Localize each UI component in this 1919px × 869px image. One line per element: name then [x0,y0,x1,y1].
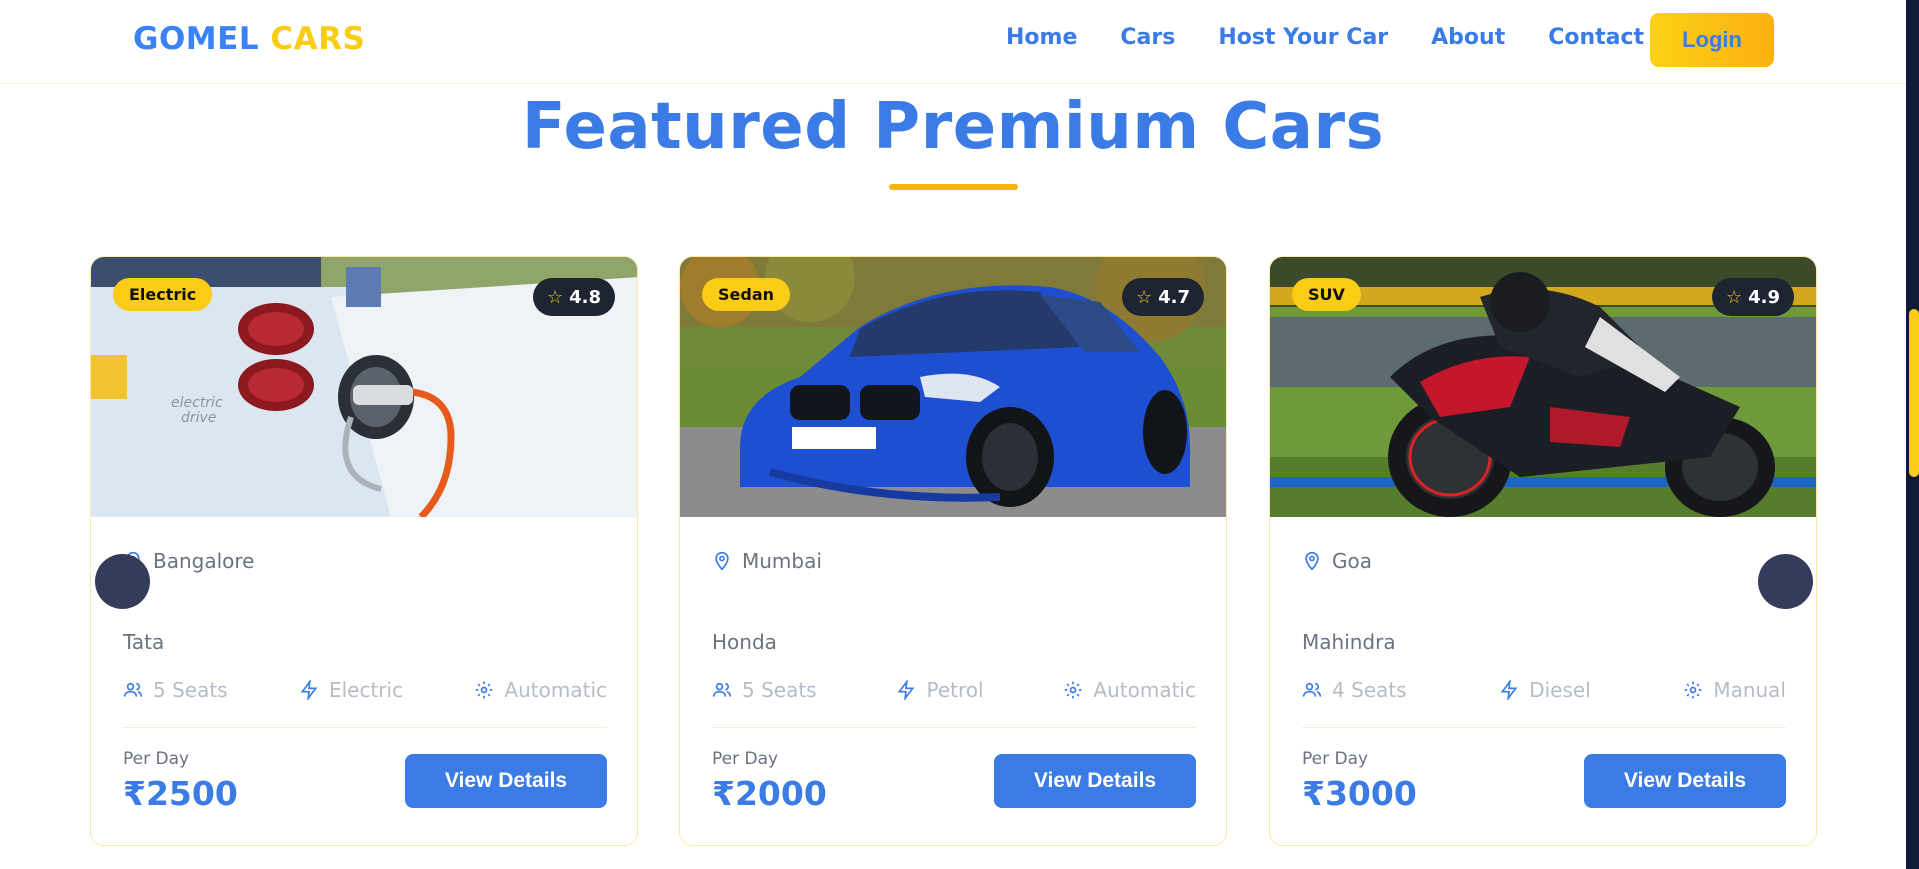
carousel-next-button[interactable] [1758,554,1813,609]
login-button[interactable]: Login [1650,13,1774,67]
star-icon: ☆ [1725,286,1743,308]
fuel-spec: Diesel [1499,678,1591,702]
car-specs: 4 Seats Diesel Manual [1302,678,1786,702]
gear-icon [1065,681,1082,699]
carousel-prev-button[interactable] [95,554,150,609]
transmission-spec: Automatic [1063,678,1196,702]
rating-value: 4.9 [1748,286,1780,308]
lightning-icon [898,680,915,700]
page: GOMEL CARS Home Cars Host Your Car About… [0,0,1919,869]
users-icon [712,682,732,697]
users-icon [1302,682,1322,697]
rating-badge: ☆ 4.9 [1711,278,1794,316]
transmission-spec: Automatic [474,678,607,702]
location: Mumbai [712,549,822,573]
view-details-button[interactable]: View Details [994,754,1196,808]
svg-text:electric: electric [171,395,223,411]
lightning-icon [300,680,318,700]
rating-badge: ☆ 4.8 [532,278,615,316]
nav-cars-link[interactable]: Cars [1120,25,1175,50]
car-specs: 5 Seats Electric Automatic [123,678,607,702]
rating-value: 4.7 [1158,286,1190,308]
users-icon [123,682,143,697]
title-underline [889,184,1018,190]
map-pin-icon [715,551,729,571]
main-nav: Home Cars Host Your Car About Contact [1006,25,1687,50]
rating-value: 4.8 [569,286,601,308]
per-day-label: Per Day [712,749,779,769]
site-header: GOMEL CARS Home Cars Host Your Car About… [0,0,1906,84]
view-details-button[interactable]: View Details [405,754,607,808]
star-icon: ☆ [546,286,564,308]
category-badge: Sedan [702,278,791,311]
car-brand: Mahindra [1302,630,1396,654]
gear-icon [476,681,493,699]
category-badge: SUV [1292,278,1361,311]
rating-badge: ☆ 4.7 [1121,278,1204,316]
site-logo[interactable]: GOMEL CARS [133,21,365,57]
seats-text: 4 Seats [1332,678,1407,702]
nav-home-link[interactable]: Home [1006,25,1077,50]
price: ₹3000 [1302,774,1417,813]
section-title: Featured Premium Cars [521,90,1385,164]
logo-text-primary: GOMEL [133,21,260,57]
svg-text:drive: drive [181,410,216,426]
transmission-spec: Manual [1683,678,1786,702]
seats-spec: 5 Seats [712,678,817,702]
fuel-text: Petrol [926,678,984,702]
fuel-spec: Petrol [896,678,984,702]
fuel-text: Electric [328,678,404,702]
car-card[interactable]: Sedan ☆ 4.7 Mumbai Honda 5 Seats Petrol … [679,256,1227,846]
card-divider [712,727,1196,728]
car-brand: Tata [123,630,165,654]
car-brand: Honda [712,630,777,654]
per-day-label: Per Day [123,749,190,769]
transmission-text: Automatic [504,678,607,702]
location-text: Bangalore [153,549,255,573]
seats-spec: 4 Seats [1302,678,1407,702]
car-card[interactable]: SUV ☆ 4.9 Goa Mahindra 4 Seats Diesel Ma… [1269,256,1817,846]
fuel-text: Diesel [1529,678,1591,702]
transmission-text: Manual [1713,678,1786,702]
location-text: Goa [1332,549,1372,573]
location: Goa [1302,549,1372,573]
car-specs: 5 Seats Petrol Automatic [712,678,1196,702]
per-day-label: Per Day [1302,749,1369,769]
location-text: Mumbai [742,549,822,573]
card-divider [1302,727,1786,728]
car-card[interactable]: electric drive Electric ☆ 4.8 Bangalore … [90,256,638,846]
lightning-icon [1500,680,1518,700]
star-icon: ☆ [1135,286,1153,308]
scrollbar-thumb[interactable] [1909,309,1919,477]
card-divider [123,727,607,728]
transmission-text: Automatic [1093,678,1196,702]
gear-icon [1684,681,1702,699]
logo-text-accent: CARS [270,21,366,57]
map-pin-icon [1305,551,1319,571]
nav-host-link[interactable]: Host Your Car [1218,25,1388,50]
seats-text: 5 Seats [153,678,228,702]
category-badge: Electric [113,278,213,311]
price: ₹2500 [123,774,238,813]
seats-text: 5 Seats [742,678,817,702]
nav-contact-link[interactable]: Contact [1548,25,1644,50]
seats-spec: 5 Seats [123,678,228,702]
nav-about-link[interactable]: About [1431,25,1505,50]
fuel-spec: Electric [299,678,403,702]
price: ₹2000 [712,774,827,813]
view-details-button[interactable]: View Details [1584,754,1786,808]
